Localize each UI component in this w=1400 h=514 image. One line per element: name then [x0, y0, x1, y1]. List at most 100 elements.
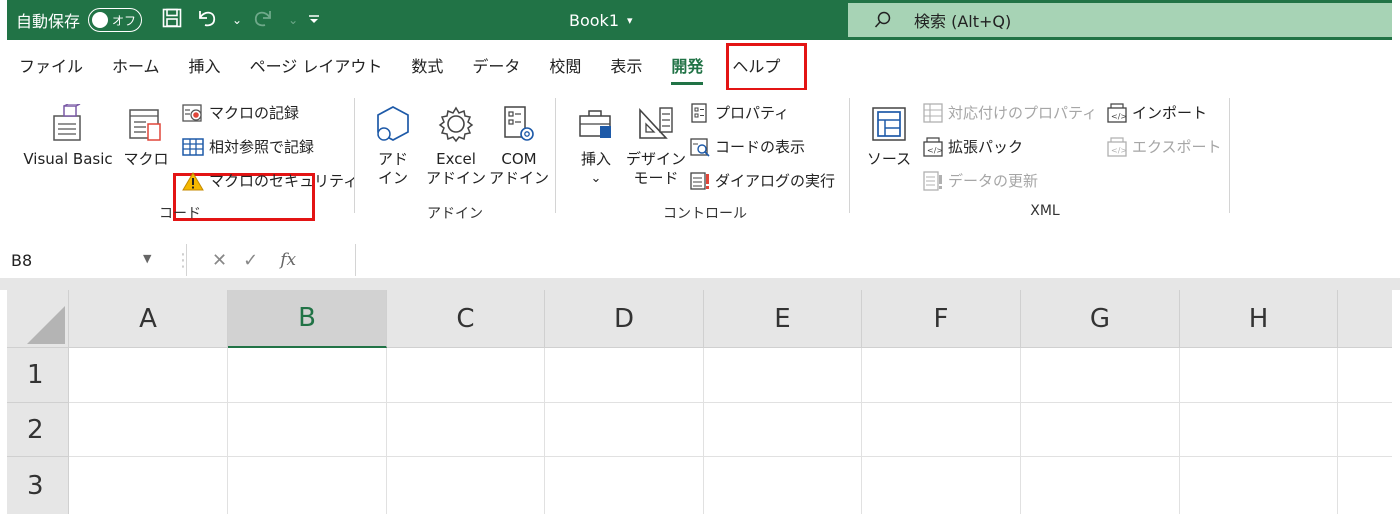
undo-icon[interactable]	[196, 8, 218, 33]
column-header-d[interactable]: D	[545, 290, 704, 348]
insert-control-button[interactable]: 挿入 ⌄	[570, 104, 622, 188]
cell-g1[interactable]	[1021, 348, 1180, 403]
column-header-e[interactable]: E	[704, 290, 862, 348]
search-box[interactable]: 検索 (Alt+Q)	[848, 3, 1392, 37]
column-header-c[interactable]: C	[387, 290, 545, 348]
row-header-1[interactable]: 1	[7, 348, 69, 403]
worksheet-grid: A B C D E F G H 1 2 3	[7, 290, 1392, 514]
column-header-a[interactable]: A	[69, 290, 228, 348]
xml-source-button[interactable]: ソース	[862, 104, 916, 169]
cell-c2[interactable]	[387, 403, 545, 457]
cell-a1[interactable]	[69, 348, 228, 403]
redo-icon[interactable]	[252, 8, 274, 33]
insert-function-icon[interactable]: fx	[280, 250, 296, 270]
macros-button[interactable]: マクロ	[118, 104, 174, 169]
design-mode-label-2: モード	[633, 169, 679, 187]
refresh-data-button[interactable]: データの更新	[923, 170, 1038, 191]
row-header-2[interactable]: 2	[7, 403, 69, 457]
addins-button[interactable]: アド イン	[368, 104, 418, 188]
customize-toolbar-icon[interactable]	[308, 13, 320, 27]
row-header-3[interactable]: 3	[7, 457, 69, 514]
cell-e1[interactable]	[704, 348, 862, 403]
redo-dropdown-icon[interactable]: ⌄	[288, 14, 298, 26]
name-box[interactable]: B8 ▼	[7, 244, 187, 276]
cell-b3[interactable]	[228, 457, 387, 514]
cell-f3[interactable]	[862, 457, 1021, 514]
macro-security-button[interactable]: マクロのセキュリティ	[182, 170, 358, 191]
addins-label-1: アド	[377, 150, 408, 168]
view-code-label: コードの表示	[715, 138, 806, 156]
export-button[interactable]: </> エクスポート	[1107, 136, 1222, 157]
cell-f2[interactable]	[862, 403, 1021, 457]
tab-insert[interactable]: 挿入	[189, 53, 221, 77]
cell-i3[interactable]	[1338, 457, 1392, 514]
visual-basic-button[interactable]: Visual Basic	[16, 104, 120, 169]
search-placeholder: 検索 (Alt+Q)	[914, 12, 1012, 31]
cell-e2[interactable]	[704, 403, 862, 457]
cell-a3[interactable]	[69, 457, 228, 514]
import-button[interactable]: </> インポート	[1107, 102, 1207, 123]
tab-page-layout[interactable]: ページ レイアウト	[250, 53, 383, 77]
cell-i1[interactable]	[1338, 348, 1392, 403]
cell-a2[interactable]	[69, 403, 228, 457]
tab-home[interactable]: ホーム	[112, 53, 160, 77]
document-title[interactable]: Book1 ▾	[569, 0, 633, 40]
cell-g2[interactable]	[1021, 403, 1180, 457]
com-addins-button[interactable]: COM アドイン	[486, 104, 552, 188]
record-macro-icon	[182, 103, 202, 122]
properties-button[interactable]: プロパティ	[690, 102, 789, 123]
expansion-packs-button[interactable]: </> 拡張パック	[923, 136, 1023, 157]
run-dialog-label: ダイアログの実行	[715, 172, 836, 190]
cell-h2[interactable]	[1180, 403, 1338, 457]
export-label: エクスポート	[1132, 138, 1222, 156]
cancel-icon[interactable]: ✕	[212, 250, 227, 271]
cell-b1[interactable]	[228, 348, 387, 403]
column-header-f[interactable]: F	[862, 290, 1021, 348]
cell-f1[interactable]	[862, 348, 1021, 403]
column-header-h[interactable]: H	[1180, 290, 1338, 348]
run-dialog-button[interactable]: ダイアログの実行	[690, 170, 835, 191]
formula-tools: ⋮ ✕ ✓ fx	[174, 244, 348, 276]
cell-h3[interactable]	[1180, 457, 1338, 514]
tab-file[interactable]: ファイル	[19, 53, 83, 77]
save-icon[interactable]	[162, 8, 182, 33]
tab-review[interactable]: 校閲	[549, 53, 581, 77]
tab-formulas[interactable]: 数式	[411, 53, 443, 77]
excel-addins-button[interactable]: Excel アドイン	[423, 104, 489, 188]
expansion-packs-icon: </>	[923, 136, 943, 157]
ribbon: Visual Basic マクロ マクロの記録 相対参照で記録 マクロのセキュリ…	[0, 90, 1400, 232]
autosave-toggle[interactable]: オフ	[88, 8, 143, 32]
record-macro-button[interactable]: マクロの記録	[182, 102, 299, 123]
cell-e3[interactable]	[704, 457, 862, 514]
map-properties-button[interactable]: 対応付けのプロパティ	[923, 102, 1097, 123]
select-all-corner[interactable]	[7, 290, 69, 348]
cell-d2[interactable]	[545, 403, 704, 457]
chevron-down-icon: ▾	[627, 13, 633, 27]
group-separator	[849, 98, 850, 213]
column-header-b[interactable]: B	[228, 290, 387, 348]
design-mode-button[interactable]: デザイン モード	[625, 104, 687, 188]
cell-g3[interactable]	[1021, 457, 1180, 514]
relative-reference-button[interactable]: 相対参照で記録	[182, 136, 314, 157]
cell-d3[interactable]	[545, 457, 704, 514]
column-header-next[interactable]	[1338, 290, 1392, 348]
formula-input[interactable]	[355, 244, 1392, 276]
group-label-controls: コントロール	[663, 206, 747, 222]
cell-d1[interactable]	[545, 348, 704, 403]
cell-b2[interactable]	[228, 403, 387, 457]
enter-icon[interactable]: ✓	[243, 250, 258, 271]
column-header-g[interactable]: G	[1021, 290, 1180, 348]
com-addins-icon	[504, 106, 534, 141]
tab-developer[interactable]: 開発	[671, 53, 704, 85]
cell-c3[interactable]	[387, 457, 545, 514]
chevron-down-icon[interactable]: ▼	[143, 252, 151, 265]
cell-c1[interactable]	[387, 348, 545, 403]
toolbox-icon	[579, 110, 611, 138]
view-code-button[interactable]: コードの表示	[690, 136, 805, 157]
refresh-data-label: データの更新	[948, 172, 1039, 190]
tab-view[interactable]: 表示	[610, 53, 642, 77]
tab-data[interactable]: データ	[472, 53, 520, 77]
cell-h1[interactable]	[1180, 348, 1338, 403]
undo-dropdown-icon[interactable]: ⌄	[232, 14, 242, 26]
cell-i2[interactable]	[1338, 403, 1392, 457]
